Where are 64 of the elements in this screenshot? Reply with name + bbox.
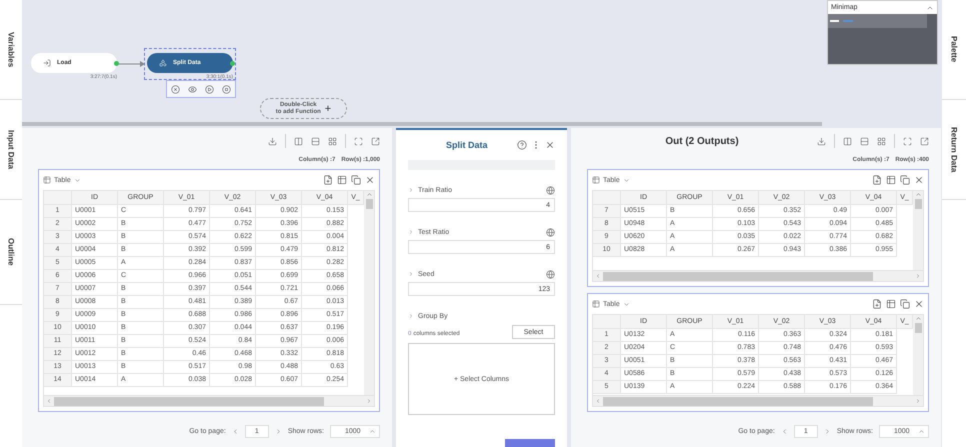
new-file-icon[interactable]	[323, 175, 333, 185]
next-page-icon[interactable]	[824, 428, 831, 434]
caret-icon[interactable]	[622, 300, 630, 308]
caret-icon[interactable]	[369, 428, 376, 434]
table-icon[interactable]	[592, 176, 600, 184]
delete-icon[interactable]	[171, 84, 180, 94]
split-horizontal-icon[interactable]	[311, 136, 320, 146]
fullscreen-icon[interactable]	[903, 136, 912, 146]
canvas-scrollbar[interactable]	[22, 122, 822, 126]
panel-title: Split Data	[446, 140, 488, 150]
globe-icon[interactable]	[546, 186, 555, 194]
scroll-up-icon[interactable]	[914, 315, 922, 322]
close-icon[interactable]	[914, 175, 924, 185]
run-icon[interactable]	[205, 84, 214, 94]
table-settings-icon[interactable]	[337, 175, 347, 185]
open-external-icon[interactable]	[920, 136, 929, 146]
split-vertical-icon[interactable]	[843, 136, 852, 146]
caret-icon[interactable]	[74, 176, 81, 184]
input-icon	[43, 59, 51, 67]
globe-icon[interactable]	[546, 228, 555, 236]
previous-page-icon[interactable]	[780, 428, 788, 434]
grid-layout-icon[interactable]	[877, 136, 886, 146]
vertical-scrollbar[interactable]	[364, 191, 374, 395]
vertical-scrollbar[interactable]	[913, 191, 923, 270]
copy-icon[interactable]	[351, 175, 361, 185]
side-tab[interactable]: Variables	[0, 0, 22, 100]
scroll-thumb[interactable]	[366, 199, 372, 209]
download-icon[interactable]	[268, 136, 277, 146]
new-file-icon[interactable]	[872, 175, 882, 185]
caret-icon[interactable]	[918, 428, 925, 434]
preview-icon[interactable]	[188, 84, 197, 94]
connector-arrow	[118, 61, 146, 67]
side-tab[interactable]: Return Data	[942, 100, 966, 200]
next-page-icon[interactable]	[274, 428, 282, 434]
split-vertical-icon[interactable]	[294, 136, 303, 146]
split-horizontal-icon[interactable]	[860, 136, 869, 146]
globe-icon[interactable]	[546, 270, 555, 278]
open-external-icon[interactable]	[371, 136, 380, 146]
scroll-up-icon[interactable]	[366, 191, 372, 198]
scroll-thumb[interactable]	[914, 199, 922, 209]
previous-page-icon[interactable]	[232, 428, 239, 434]
fullscreen-icon[interactable]	[354, 136, 363, 146]
table-settings-icon[interactable]	[886, 175, 896, 185]
side-tab[interactable]: Palette	[942, 0, 966, 100]
panel-title: Out (2 Outputs)	[664, 136, 740, 146]
table-icon[interactable]	[592, 300, 600, 308]
table-icon[interactable]	[43, 176, 51, 184]
scroll-up-icon[interactable]	[914, 191, 922, 198]
scroll-thumb[interactable]	[914, 323, 922, 333]
stop-icon[interactable]	[222, 84, 231, 94]
function-icon	[159, 59, 167, 67]
copy-icon[interactable]	[900, 299, 910, 309]
copy-icon[interactable]	[900, 175, 910, 185]
caret-icon[interactable]	[622, 176, 630, 184]
table-settings-icon[interactable]	[886, 299, 896, 309]
close-icon[interactable]	[365, 175, 375, 185]
help-icon[interactable]	[517, 140, 527, 150]
vertical-scrollbar[interactable]	[913, 315, 923, 395]
download-icon[interactable]	[817, 136, 826, 146]
close-icon[interactable]	[545, 140, 555, 150]
grid-layout-icon[interactable]	[328, 136, 337, 146]
new-file-icon[interactable]	[872, 299, 882, 309]
minimap-drawing	[830, 20, 854, 22]
close-icon[interactable]	[914, 299, 924, 309]
